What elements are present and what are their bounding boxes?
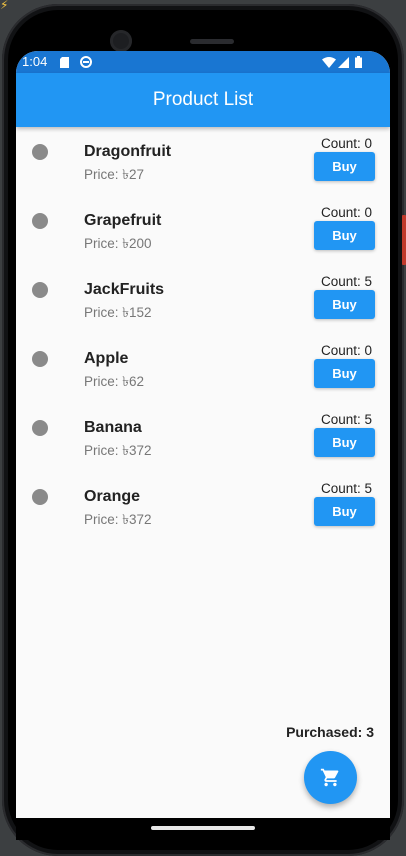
product-price: Price: ৳27 (84, 167, 144, 182)
product-count: Count: 5 (320, 274, 372, 289)
list-item: JackFruits Price: ৳152 Count: 5 Buy (16, 265, 390, 334)
camera-icon (110, 30, 132, 52)
home-gesture-handle[interactable] (151, 826, 255, 830)
buy-button[interactable]: Buy (314, 221, 375, 250)
lightning-icon: ⚡ (0, 0, 9, 12)
sd-card-icon (60, 57, 69, 68)
product-count: Count: 0 (320, 343, 372, 358)
shopping-cart-icon (320, 768, 339, 787)
list-item: Banana Price: ৳372 Count: 5 Buy (16, 403, 390, 472)
product-name: JackFruits (84, 281, 165, 298)
side-button (402, 215, 406, 265)
product-avatar (32, 351, 48, 367)
data-saver-icon (80, 56, 92, 68)
page-title: Product List (152, 89, 254, 110)
product-price: Price: ৳200 (84, 236, 152, 251)
list-item: Grapefruit Price: ৳200 Count: 0 Buy (16, 196, 390, 265)
product-count: Count: 5 (320, 481, 372, 496)
product-avatar (32, 144, 48, 160)
list-item: Orange Price: ৳372 Count: 5 Buy (16, 472, 390, 541)
list-item: Dragonfruit Price: ৳27 Count: 0 Buy (16, 127, 390, 196)
app-bar: Product List (16, 73, 390, 127)
cart-fab-button[interactable] (304, 751, 357, 804)
purchased-total: Purchased: 3 (286, 724, 374, 740)
product-price: Price: ৳372 (84, 512, 152, 527)
status-time: 1:04 (22, 54, 48, 69)
buy-button[interactable]: Buy (314, 359, 375, 388)
product-name: Banana (84, 419, 142, 436)
cell-signal-icon (338, 57, 349, 68)
product-name: Apple (84, 350, 129, 367)
buy-button[interactable]: Buy (314, 428, 375, 457)
product-name: Dragonfruit (84, 143, 172, 160)
status-bar: 1:04 (16, 51, 390, 73)
battery-icon (355, 56, 362, 68)
wifi-icon (322, 57, 336, 68)
product-name: Grapefruit (84, 212, 162, 229)
product-price: Price: ৳372 (84, 443, 152, 458)
product-avatar (32, 489, 48, 505)
product-avatar (32, 282, 48, 298)
app-screen: 1:04 Product List Dragonfruit Price: ৳27… (16, 51, 390, 818)
buy-button[interactable]: Buy (314, 152, 375, 181)
product-avatar (32, 213, 48, 229)
product-count: Count: 0 (320, 136, 372, 151)
product-price: Price: ৳62 (84, 374, 144, 389)
buy-button[interactable]: Buy (314, 497, 375, 526)
buy-button[interactable]: Buy (314, 290, 375, 319)
list-item: Apple Price: ৳62 Count: 0 Buy (16, 334, 390, 403)
earpiece-speaker (190, 39, 234, 44)
product-avatar (32, 420, 48, 436)
product-count: Count: 5 (320, 412, 372, 427)
product-count: Count: 0 (320, 205, 372, 220)
product-price: Price: ৳152 (84, 305, 152, 320)
product-name: Orange (84, 488, 141, 505)
navigation-bar (16, 818, 390, 840)
